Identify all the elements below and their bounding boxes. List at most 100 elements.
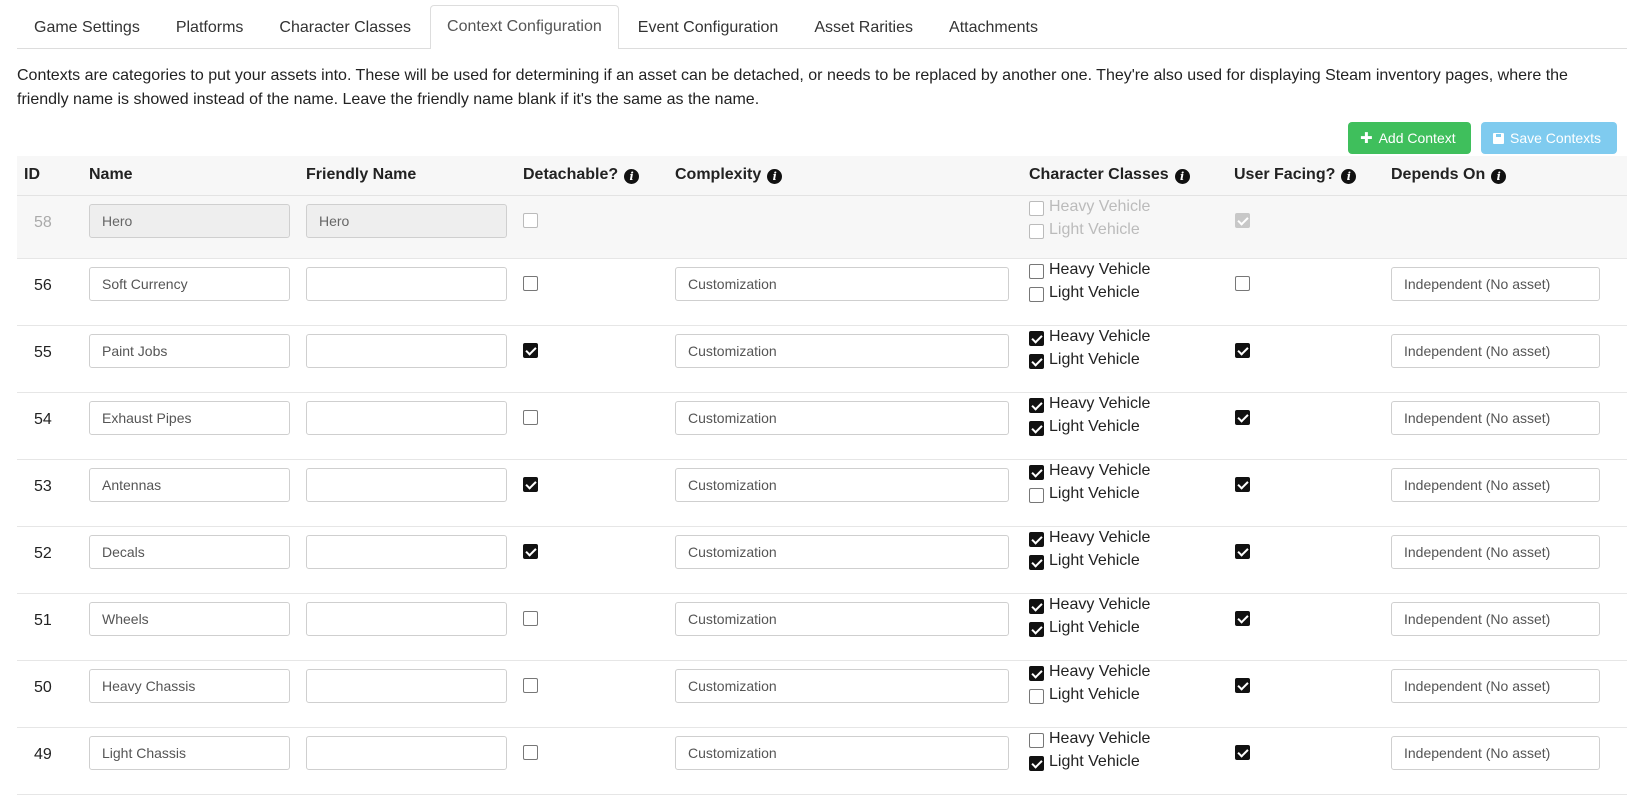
complexity-select[interactable]: Customization <box>675 334 1009 368</box>
character-classes-group: Heavy Vehicle Light Vehicle <box>1029 259 1150 305</box>
name-input[interactable]: Paint Jobs <box>89 334 290 368</box>
light-vehicle-checkbox[interactable] <box>1029 354 1044 369</box>
user-facing-checkbox[interactable] <box>1235 477 1250 492</box>
friendly-name-input[interactable] <box>306 736 507 770</box>
save-contexts-button[interactable]: Save Contexts <box>1481 122 1617 154</box>
heavy-vehicle-checkbox[interactable] <box>1029 599 1044 614</box>
light-vehicle-checkbox[interactable] <box>1029 421 1044 436</box>
depends-on-select[interactable]: Independent (No asset) <box>1391 736 1600 770</box>
name-input[interactable]: Exhaust Pipes <box>89 401 290 435</box>
detachable-checkbox[interactable] <box>523 477 538 492</box>
detachable-checkbox[interactable] <box>523 276 538 291</box>
complexity-select[interactable]: Customization <box>675 401 1009 435</box>
heavy-vehicle-label: Heavy Vehicle <box>1049 261 1151 278</box>
character-classes-group: Heavy Vehicle Light Vehicle <box>1029 661 1150 707</box>
light-vehicle-checkbox[interactable] <box>1029 287 1044 302</box>
user-facing-checkbox[interactable] <box>1235 611 1250 626</box>
depends-on-select[interactable]: Independent (No asset) <box>1391 602 1600 636</box>
complexity-select[interactable]: Customization <box>675 468 1009 502</box>
name-input[interactable]: Soft Currency <box>89 267 290 301</box>
table-row: 55 Paint Jobs Customization Heavy Vehicl… <box>17 326 1627 393</box>
friendly-name-input[interactable] <box>306 401 507 435</box>
heavy-vehicle-checkbox[interactable] <box>1029 201 1044 216</box>
add-context-button[interactable]: ✚ Add Context <box>1348 122 1471 154</box>
detachable-checkbox[interactable] <box>523 343 538 358</box>
tab-game-settings[interactable]: Game Settings <box>17 6 157 48</box>
info-icon[interactable]: i <box>1491 169 1507 184</box>
tab-character-classes[interactable]: Character Classes <box>262 6 428 48</box>
info-icon[interactable]: i <box>624 169 640 184</box>
light-vehicle-checkbox[interactable] <box>1029 689 1044 704</box>
complexity-select[interactable]: Customization <box>675 669 1009 703</box>
depends-on-select[interactable]: Independent (No asset) <box>1391 401 1600 435</box>
friendly-name-input[interactable] <box>306 669 507 703</box>
depends-on-select[interactable]: Independent (No asset) <box>1391 535 1600 569</box>
friendly-name-input[interactable]: Hero <box>306 204 507 238</box>
tab-event-configuration[interactable]: Event Configuration <box>621 6 796 48</box>
info-icon[interactable]: i <box>1341 169 1357 184</box>
detachable-checkbox[interactable] <box>523 410 538 425</box>
tab-asset-rarities[interactable]: Asset Rarities <box>797 6 930 48</box>
friendly-name-input[interactable] <box>306 602 507 636</box>
heavy-vehicle-checkbox[interactable] <box>1029 666 1044 681</box>
name-input[interactable]: Light Chassis <box>89 736 290 770</box>
plus-icon: ✚ <box>1360 130 1373 147</box>
class-option-light: Light Vehicle <box>1029 684 1150 707</box>
depends-on-select[interactable]: Independent (No asset) <box>1391 267 1600 301</box>
light-vehicle-label: Light Vehicle <box>1049 619 1140 636</box>
light-vehicle-checkbox[interactable] <box>1029 488 1044 503</box>
complexity-select[interactable]: Customization <box>675 535 1009 569</box>
name-input[interactable]: Wheels <box>89 602 290 636</box>
heavy-vehicle-label: Heavy Vehicle <box>1049 596 1151 613</box>
complexity-select[interactable]: Customization <box>675 736 1009 770</box>
light-vehicle-checkbox[interactable] <box>1029 756 1044 771</box>
table-header: ID Name Friendly Name Detachable? i Compl… <box>17 156 1627 196</box>
friendly-name-input[interactable] <box>306 468 507 502</box>
detachable-checkbox[interactable] <box>523 544 538 559</box>
heavy-vehicle-label: Heavy Vehicle <box>1049 328 1151 345</box>
name-input[interactable]: Hero <box>89 204 290 238</box>
heavy-vehicle-checkbox[interactable] <box>1029 733 1044 748</box>
info-icon[interactable]: i <box>767 169 783 184</box>
friendly-name-input[interactable] <box>306 267 507 301</box>
context-id: 51 <box>34 612 52 629</box>
name-input[interactable]: Heavy Chassis <box>89 669 290 703</box>
user-facing-checkbox[interactable] <box>1235 276 1250 291</box>
light-vehicle-checkbox[interactable] <box>1029 224 1044 239</box>
user-facing-checkbox[interactable] <box>1235 678 1250 693</box>
user-facing-checkbox[interactable] <box>1235 544 1250 559</box>
complexity-select[interactable]: Customization <box>675 602 1009 636</box>
user-facing-checkbox[interactable] <box>1235 745 1250 760</box>
depends-on-select[interactable]: Independent (No asset) <box>1391 334 1600 368</box>
light-vehicle-checkbox[interactable] <box>1029 555 1044 570</box>
light-vehicle-label: Light Vehicle <box>1049 284 1140 301</box>
depends-on-select[interactable]: Independent (No asset) <box>1391 468 1600 502</box>
heavy-vehicle-checkbox[interactable] <box>1029 465 1044 480</box>
context-id: 54 <box>34 411 52 428</box>
heavy-vehicle-checkbox[interactable] <box>1029 331 1044 346</box>
name-input[interactable]: Decals <box>89 535 290 569</box>
friendly-name-input[interactable] <box>306 334 507 368</box>
detachable-checkbox[interactable] <box>523 611 538 626</box>
friendly-name-input[interactable] <box>306 535 507 569</box>
tab-attachments[interactable]: Attachments <box>932 6 1055 48</box>
detachable-checkbox[interactable] <box>523 213 538 228</box>
info-icon[interactable]: i <box>1174 169 1190 184</box>
heavy-vehicle-checkbox[interactable] <box>1029 398 1044 413</box>
heavy-vehicle-checkbox[interactable] <box>1029 264 1044 279</box>
depends-on-select[interactable]: Independent (No asset) <box>1391 669 1600 703</box>
name-input[interactable]: Antennas <box>89 468 290 502</box>
user-facing-checkbox[interactable] <box>1235 343 1250 358</box>
user-facing-checkbox[interactable] <box>1235 410 1250 425</box>
detachable-checkbox[interactable] <box>523 678 538 693</box>
tab-context-configuration[interactable]: Context Configuration <box>430 5 619 49</box>
user-facing-checkbox[interactable] <box>1235 213 1250 228</box>
heavy-vehicle-checkbox[interactable] <box>1029 532 1044 547</box>
complexity-select[interactable]: Customization <box>675 267 1009 301</box>
heavy-vehicle-label: Heavy Vehicle <box>1049 529 1151 546</box>
detachable-checkbox[interactable] <box>523 745 538 760</box>
light-vehicle-checkbox[interactable] <box>1029 622 1044 637</box>
table-row: 53 Antennas Customization Heavy Vehicle … <box>17 460 1627 527</box>
tab-platforms[interactable]: Platforms <box>159 6 261 48</box>
header-character-classes: Character Classes i <box>1029 166 1190 184</box>
